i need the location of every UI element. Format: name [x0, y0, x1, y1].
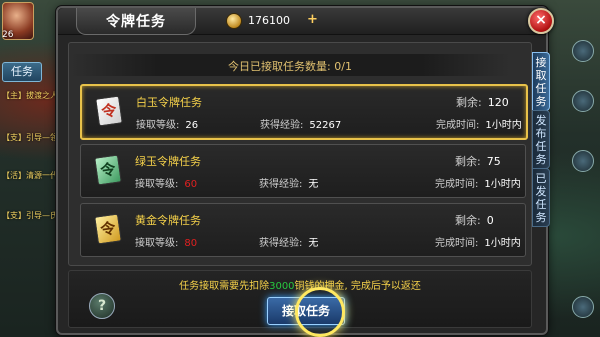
- exp-value: 无: [308, 179, 319, 190]
- quest-name: 白玉令牌任务: [136, 96, 202, 109]
- tab-publish-quest[interactable]: 发布任务: [532, 110, 550, 169]
- quest-level: 接取等级: 60: [135, 175, 197, 190]
- quest-card-green-jade[interactable]: 令 绿玉令牌任务 剩余: 75 接取等级: 60 获得经验: 无 完成时间: 1小时内: [80, 144, 526, 198]
- quest-remaining: 剩余: 0: [455, 212, 494, 228]
- token-glyph: 令: [94, 213, 122, 245]
- panel-footer: 任务接取需要先扣除3000铜钱的押金, 完成后予以返还 ? 接取任务: [68, 270, 532, 337]
- exp-value: 无: [308, 238, 319, 249]
- add-currency-button[interactable]: +: [306, 13, 319, 26]
- hud-quest-tab[interactable]: 任务: [2, 62, 42, 82]
- time-value: 1小时内: [485, 120, 522, 131]
- daily-count-label: 今日已接取任务数量:: [228, 60, 331, 73]
- exp-value: 52267: [309, 120, 342, 131]
- quest-card-gold[interactable]: 令 黄金令牌任务 剩余: 0 接取等级: 80 获得经验: 无 完成时间: 1小时内: [80, 203, 526, 257]
- currency-value: 176100: [248, 14, 290, 27]
- tab-accept-quest[interactable]: 接取任务: [532, 52, 550, 111]
- time-value: 1小时内: [484, 238, 521, 249]
- quest-name: 黄金令牌任务: [135, 214, 201, 227]
- green-jade-token-icon: 令: [93, 153, 123, 187]
- level-label: 接取等级:: [135, 179, 179, 190]
- quest-card-white-jade[interactable]: 令 白玉令牌任务 剩余: 120 接取等级: 26 获得经验: 52267 完成时间:…: [80, 84, 528, 140]
- quest-exp: 获得经验: 52267: [260, 116, 341, 131]
- hud-quest-line[interactable]: 【活】清源一代: [2, 170, 58, 181]
- level-value: 60: [184, 179, 198, 190]
- remaining-label: 剩余:: [455, 214, 481, 227]
- help-button[interactable]: ?: [89, 293, 115, 319]
- daily-count-bar: 今日已接取任务数量: 0/1: [70, 54, 510, 76]
- quest-level: 接取等级: 80: [135, 234, 197, 249]
- quest-exp: 获得经验: 无: [259, 234, 318, 249]
- time-label: 完成时间:: [435, 238, 479, 249]
- remaining-label: 剩余:: [455, 155, 481, 168]
- hud-quest-line[interactable]: 【主】拔渡之人: [2, 90, 58, 101]
- level-label: 接取等级:: [136, 120, 180, 131]
- remaining-value: 120: [487, 96, 509, 109]
- hud-skill-icon[interactable]: [572, 296, 594, 318]
- close-button[interactable]: ×: [528, 8, 554, 34]
- hud-quest-line[interactable]: 【支】引导—领: [2, 132, 58, 143]
- quest-time: 完成时间: 1小时内: [435, 234, 521, 249]
- token-glyph: 令: [94, 154, 122, 186]
- quest-exp: 获得经验: 无: [259, 175, 318, 190]
- time-label: 完成时间:: [435, 179, 479, 190]
- hud-skill-icon[interactable]: [572, 90, 594, 112]
- quest-time: 完成时间: 1小时内: [436, 116, 522, 131]
- panel-header: 令牌任务 176100 +: [58, 8, 546, 35]
- exp-label: 获得经验:: [259, 238, 303, 249]
- remaining-value: 0: [486, 214, 494, 227]
- hud-skill-icon[interactable]: [572, 40, 594, 62]
- level-value: 26: [185, 120, 199, 131]
- deposit-notice: 任务接取需要先扣除3000铜钱的押金, 完成后予以返还: [69, 277, 531, 292]
- hud-quest-line[interactable]: 【支】引导—氏: [2, 210, 58, 221]
- notice-suffix: 铜钱的押金, 完成后予以返还: [294, 281, 421, 292]
- quest-name: 绿玉令牌任务: [135, 155, 201, 168]
- notice-prefix: 任务接取需要先扣除: [179, 281, 270, 292]
- title-plate: 令牌任务: [76, 8, 196, 35]
- quest-level: 接取等级: 26: [136, 116, 198, 131]
- remaining-value: 75: [486, 155, 501, 168]
- quest-remaining: 剩余: 120: [456, 94, 509, 110]
- gold-token-icon: 令: [93, 212, 123, 246]
- deposit-amount: 3000: [269, 281, 295, 292]
- daily-count-text: 今日已接取任务数量: 0/1: [70, 58, 510, 74]
- hud-skill-icon[interactable]: [572, 150, 594, 172]
- white-jade-token-icon: 令: [94, 94, 124, 128]
- player-level: 26: [2, 30, 14, 40]
- token-quest-panel: 令牌任务 176100 + × 今日已接取任务数量: 0/1 令 白玉令牌任务 …: [56, 6, 554, 337]
- daily-count-value: 0/1: [334, 60, 352, 73]
- quest-time: 完成时间: 1小时内: [435, 175, 521, 190]
- quest-remaining: 剩余: 75: [455, 153, 501, 169]
- gold-coin-icon: [226, 13, 242, 29]
- time-value: 1小时内: [484, 179, 521, 190]
- token-glyph: 令: [95, 95, 123, 127]
- panel-title: 令牌任务: [106, 14, 166, 30]
- level-value: 80: [184, 238, 198, 249]
- accept-quest-button[interactable]: 接取任务: [267, 297, 345, 325]
- exp-label: 获得经验:: [259, 179, 303, 190]
- remaining-label: 剩余:: [456, 96, 482, 109]
- tab-published-quests[interactable]: 已发任务: [532, 168, 550, 227]
- time-label: 完成时间:: [436, 120, 480, 131]
- exp-label: 获得经验:: [260, 120, 304, 131]
- level-label: 接取等级:: [135, 238, 179, 249]
